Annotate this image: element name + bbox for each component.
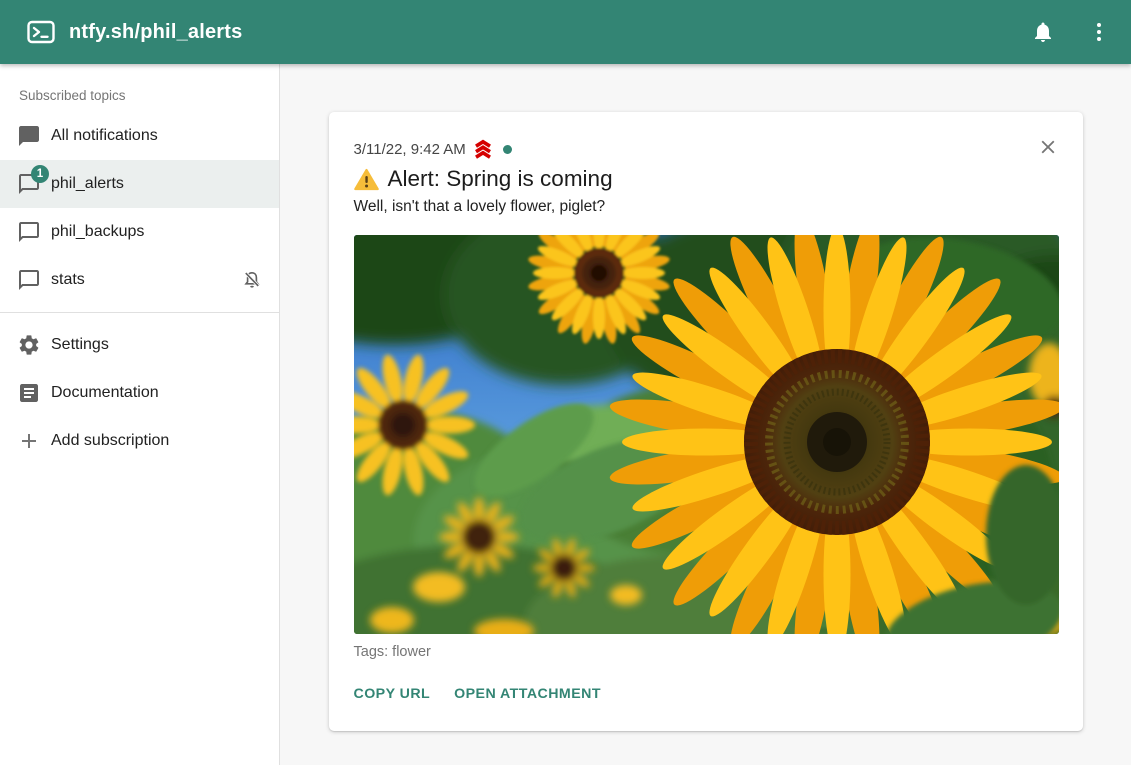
sidebar-item-phil-alerts[interactable]: 1 phil_alerts bbox=[0, 160, 279, 208]
sidebar-item-add-subscription[interactable]: Add subscription bbox=[0, 417, 279, 465]
sidebar-menu: Settings Documentation bbox=[0, 321, 279, 465]
warning-triangle-icon bbox=[354, 168, 379, 191]
notification-tags: Tags: flower bbox=[354, 644, 1059, 661]
chat-bubble-icon bbox=[17, 268, 41, 292]
sidebar-divider bbox=[0, 312, 279, 313]
sidebar-item-label: All notifications bbox=[51, 127, 158, 145]
terminal-icon[interactable] bbox=[26, 17, 56, 47]
sidebar-item-documentation[interactable]: Documentation bbox=[0, 369, 279, 417]
main-content: 3/11/22, 9:42 AM bbox=[280, 64, 1131, 765]
sidebar-item-all-notifications[interactable]: All notifications bbox=[0, 112, 279, 160]
sidebar-item-label: phil_backups bbox=[51, 223, 144, 241]
sidebar-item-stats[interactable]: stats bbox=[0, 256, 279, 304]
appbar-actions bbox=[1027, 16, 1115, 48]
sidebar: Subscribed topics All notifications bbox=[0, 64, 280, 765]
chat-bubble-icon: 1 bbox=[17, 172, 41, 196]
notification-actions: COPY URL OPEN ATTACHMENT bbox=[354, 677, 1059, 721]
chat-bubble-icon bbox=[17, 220, 41, 244]
overflow-menu-icon[interactable] bbox=[1083, 16, 1115, 48]
notification-title: Alert: Spring is coming bbox=[388, 166, 613, 192]
gear-icon bbox=[17, 333, 41, 357]
sidebar-item-label: stats bbox=[51, 271, 85, 289]
open-attachment-button[interactable]: OPEN ATTACHMENT bbox=[454, 677, 601, 711]
sidebar-item-phil-backups[interactable]: phil_backups bbox=[0, 208, 279, 256]
notification-body: Well, isn't that a lovely flower, piglet… bbox=[354, 198, 1059, 216]
app-title: ntfy.sh/phil_alerts bbox=[69, 21, 242, 44]
copy-url-button[interactable]: COPY URL bbox=[354, 677, 431, 711]
plus-icon bbox=[17, 429, 41, 453]
sidebar-item-label: Settings bbox=[51, 336, 109, 354]
notification-title-row: Alert: Spring is coming bbox=[354, 166, 1059, 192]
unread-dot bbox=[503, 145, 512, 154]
attachment-image[interactable] bbox=[354, 235, 1059, 634]
app-root: ntfy.sh/phil_alerts Subscribed topics bbox=[0, 0, 1131, 765]
bell-muted-icon bbox=[241, 269, 263, 291]
notification-meta: 3/11/22, 9:42 AM bbox=[354, 140, 1059, 158]
topic-list: All notifications 1 phil_alerts bbox=[0, 112, 279, 304]
document-icon bbox=[17, 381, 41, 405]
unread-count-badge: 1 bbox=[31, 165, 49, 183]
app-bar: ntfy.sh/phil_alerts bbox=[0, 0, 1131, 64]
sidebar-section-label: Subscribed topics bbox=[19, 88, 279, 103]
sidebar-item-label: phil_alerts bbox=[51, 175, 124, 193]
sidebar-item-label: Documentation bbox=[51, 384, 159, 402]
bell-icon[interactable] bbox=[1027, 16, 1059, 48]
close-icon[interactable] bbox=[1035, 134, 1061, 160]
priority-max-icon bbox=[471, 139, 495, 159]
notification-card: 3/11/22, 9:42 AM bbox=[329, 112, 1083, 731]
notification-timestamp: 3/11/22, 9:42 AM bbox=[354, 141, 466, 158]
sidebar-item-label: Add subscription bbox=[51, 432, 169, 450]
sidebar-item-settings[interactable]: Settings bbox=[0, 321, 279, 369]
chat-bubble-filled-icon bbox=[17, 124, 41, 148]
